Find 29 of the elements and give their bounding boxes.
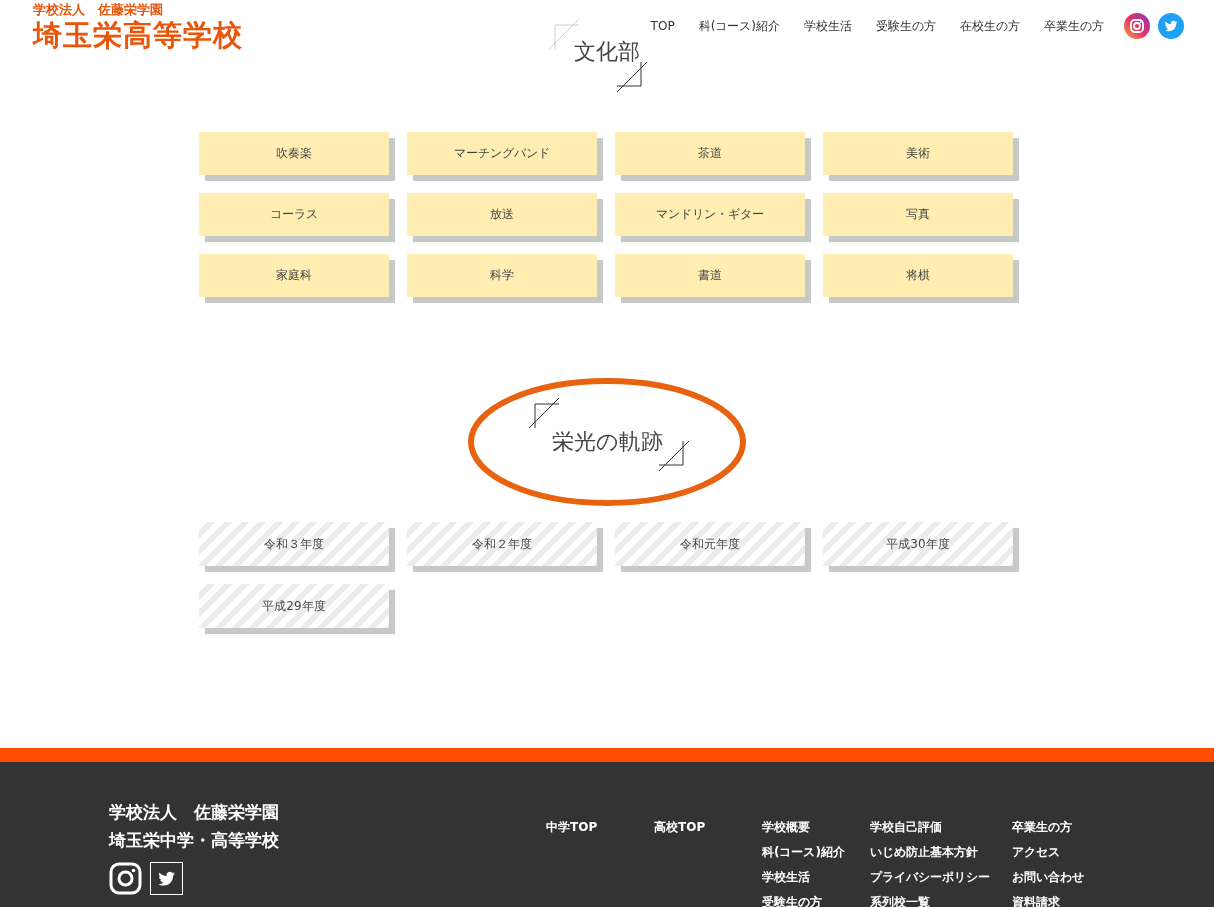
school-logo[interactable]: 埼玉栄高等学校 <box>33 17 243 53</box>
corner-mark-icon <box>615 60 649 94</box>
nav-link[interactable]: 卒業生の方 <box>1044 17 1104 35</box>
nav-link[interactable]: 在校生の方 <box>960 17 1020 35</box>
footer-link[interactable]: お問い合わせ <box>1012 868 1084 886</box>
corner-mark-icon <box>527 396 561 430</box>
footer-link[interactable]: 学校生活 <box>762 868 870 886</box>
nav-link[interactable]: 科(コース)紹介 <box>698 17 780 35</box>
footer-link[interactable]: 学校概要 <box>762 818 870 836</box>
org-name: 学校法人 佐藤栄学園 <box>33 2 164 17</box>
footer-link[interactable]: 卒業生の方 <box>1012 818 1084 836</box>
section-title: 文化部 <box>574 38 640 66</box>
nav-link[interactable]: 受験生の方 <box>876 17 936 35</box>
instagram-icon[interactable] <box>109 862 142 895</box>
twitter-icon[interactable] <box>150 862 183 895</box>
footer-link[interactable]: いじめ防止基本方針 <box>870 843 1012 861</box>
footer-link[interactable]: 科(コース)紹介 <box>762 843 870 861</box>
footer-link[interactable]: 学校自己評価 <box>870 818 1012 836</box>
footer-link[interactable]: アクセス <box>1012 843 1084 861</box>
nav-link[interactable]: TOP <box>650 19 675 33</box>
footer-link[interactable]: 受験生の方 <box>762 893 870 907</box>
footer-link[interactable]: 中学TOP <box>546 818 654 836</box>
footer-link[interactable]: 高校TOP <box>654 818 762 836</box>
nav-link[interactable]: 学校生活 <box>804 17 852 35</box>
section-title: 栄光の軌跡 <box>551 428 663 456</box>
instagram-icon[interactable] <box>1124 13 1150 39</box>
footer-link[interactable]: プライバシーポリシー <box>870 868 1012 886</box>
footer-org-name: 埼玉栄中学・高等学校 <box>109 829 280 852</box>
footer-org-name: 学校法人 佐藤栄学園 <box>109 801 280 824</box>
